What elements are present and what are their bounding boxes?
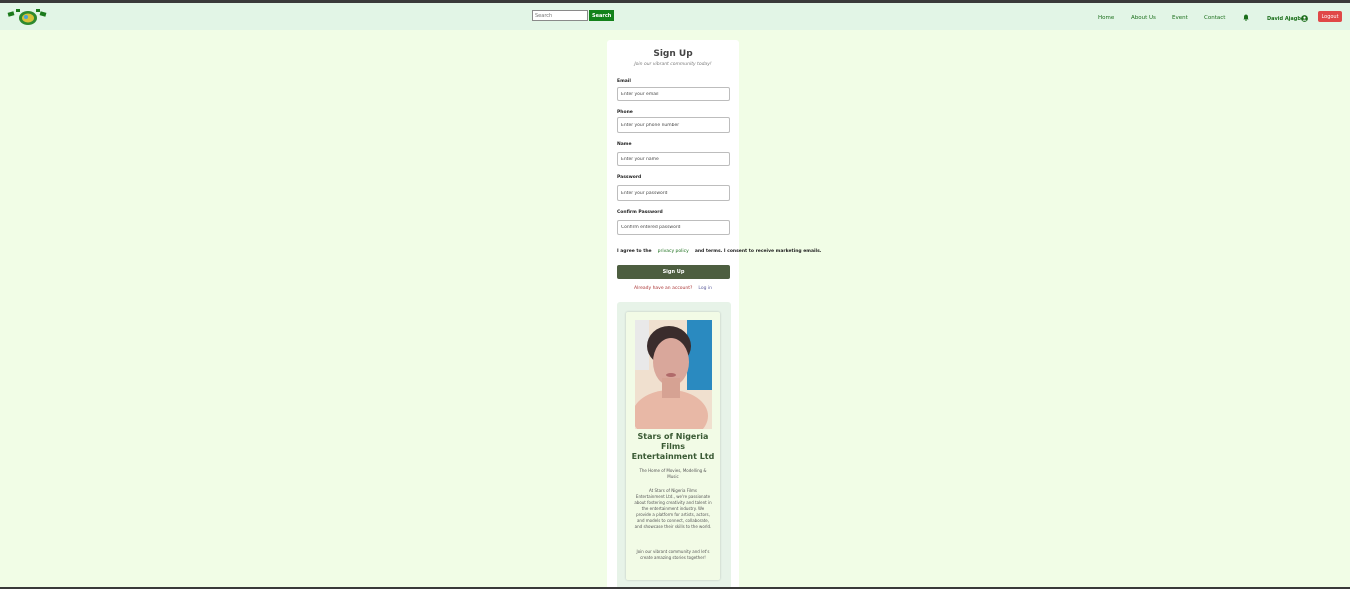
bell-icon[interactable]: [1243, 14, 1249, 21]
logo-icon[interactable]: [6, 6, 50, 28]
name-label: Name: [617, 142, 632, 147]
search-bar: Search: [532, 10, 615, 21]
nav-about-link[interactable]: About Us: [1131, 15, 1156, 21]
promo-title: Stars of Nigeria Films Entertainment Ltd: [631, 432, 715, 461]
name-field[interactable]: [617, 152, 730, 166]
signup-title: Sign Up: [653, 49, 693, 59]
signup-button[interactable]: Sign Up: [617, 265, 730, 279]
user-icon[interactable]: [1301, 15, 1308, 22]
promo-card: Stars of Nigeria Films Entertainment Ltd…: [626, 312, 720, 580]
email-label: Email: [617, 79, 631, 84]
email-field[interactable]: [617, 87, 730, 101]
login-link[interactable]: Log in: [698, 286, 712, 291]
password-field[interactable]: [617, 185, 730, 201]
nav-contact-link[interactable]: Contact: [1204, 15, 1225, 21]
logout-button[interactable]: Logout: [1318, 11, 1342, 22]
phone-field[interactable]: [617, 117, 730, 133]
promo-join-text: Join our vibrant community and let's cre…: [636, 549, 710, 560]
login-prompt: Already have an account? Log in: [607, 286, 739, 291]
confirm-password-field[interactable]: [617, 220, 730, 235]
profile-photo: [635, 320, 712, 429]
confirm-password-label: Confirm Password: [617, 210, 663, 215]
already-account-text: Already have an account?: [634, 286, 693, 291]
password-label: Password: [617, 175, 642, 180]
user-name[interactable]: David Ajagbe: [1267, 16, 1304, 22]
promo-section: Stars of Nigeria Films Entertainment Ltd…: [617, 302, 731, 589]
promo-description: At Stars of Nigeria Films Entertainment …: [634, 488, 712, 529]
search-button[interactable]: Search: [589, 10, 615, 21]
site-header: Search Home About Us Event Contact David…: [0, 3, 1350, 30]
privacy-policy-link[interactable]: privacy policy: [658, 249, 689, 254]
consent-suffix: and terms. I consent to receive marketin…: [694, 249, 822, 254]
nav-event-link[interactable]: Event: [1172, 15, 1188, 21]
promo-tagline: The Home of Movies, Modelling & Music: [639, 468, 707, 479]
signup-card: Sign Up Join our vibrant community today…: [607, 40, 739, 589]
phone-label: Phone: [617, 110, 633, 115]
consent-prefix: I agree to the: [617, 249, 652, 254]
consent-statement: I agree to the privacy policy and terms. I…: [617, 249, 827, 254]
nav-home-link[interactable]: Home: [1098, 15, 1114, 21]
signup-subtitle: Join our vibrant community today!: [634, 62, 712, 67]
search-input[interactable]: [532, 10, 588, 21]
